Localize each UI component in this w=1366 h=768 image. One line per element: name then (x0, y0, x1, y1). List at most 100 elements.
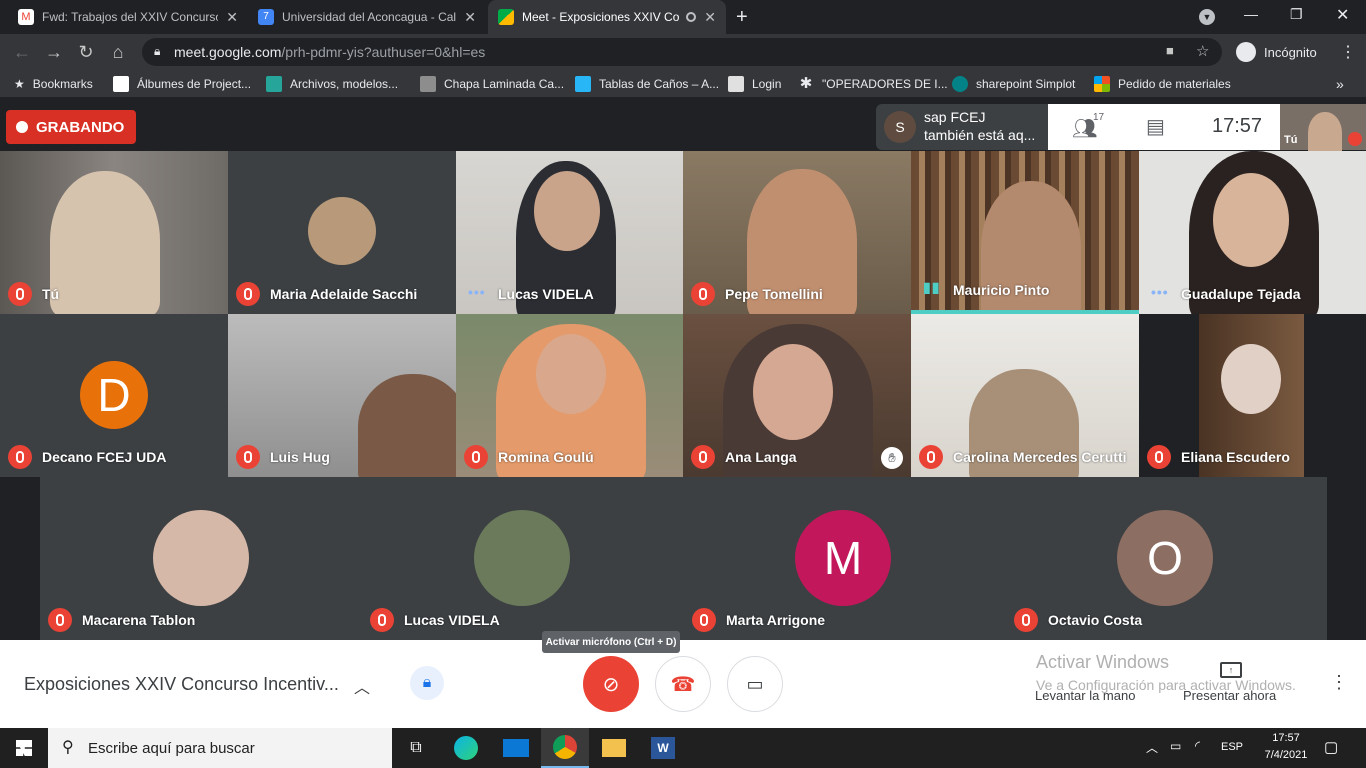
file-explorer-icon[interactable] (590, 728, 638, 768)
participant-name: Carolina Mercedes Cerutti (953, 449, 1127, 465)
camera-toggle-button[interactable]: ▭ (727, 656, 783, 712)
face (534, 171, 600, 251)
bookmark-item[interactable]: Tablas de Caños – A... (575, 70, 719, 98)
bookmark-item[interactable]: Login (728, 70, 781, 98)
mic-off-icon (464, 445, 488, 469)
mail-icon[interactable] (492, 728, 540, 768)
wifi-icon[interactable]: ◜ (1195, 738, 1200, 754)
bookmark-item[interactable]: Álbumes de Project... (113, 70, 251, 98)
bookmark-item[interactable]: sharepoint Simplot (952, 70, 1075, 98)
close-icon[interactable]: ✕ (464, 9, 476, 26)
restore-button[interactable]: ❐ (1290, 6, 1303, 23)
bookmark-item[interactable]: ✱ "OPERADORES DE I... (798, 70, 948, 98)
mic-off-icon (1147, 445, 1171, 469)
avatar: O (1117, 510, 1213, 606)
edge-icon[interactable] (442, 728, 490, 768)
face (536, 334, 606, 414)
bookmark-item[interactable]: ★ Bookmarks (14, 70, 93, 98)
face (753, 344, 833, 440)
tab-calendar[interactable]: 7 Universidad del Aconcagua - Cale ✕ (248, 0, 486, 34)
minimize-button[interactable]: — (1244, 6, 1258, 22)
participant-tile[interactable]: Carolina Mercedes Cerutti (911, 314, 1139, 477)
star-icon[interactable]: ☆ (1196, 42, 1209, 60)
participant-count: 17 (1093, 112, 1105, 123)
tab-meet[interactable]: Meet - Exposiciones XXIV Co ✕ (488, 0, 726, 34)
recording-label: GRABANDO (36, 118, 125, 136)
top-info-bar: 👥︎ 17 ▤ 17:57 (1048, 104, 1280, 150)
clock-date[interactable]: 7/4/2021 (1258, 749, 1314, 761)
participant-tile[interactable]: O Octavio Costa (1006, 477, 1327, 640)
recording-badge: GRABANDO (6, 110, 136, 144)
participant-tile[interactable]: Ana Langa ✋︎ (683, 314, 911, 477)
clock-time[interactable]: 17:57 (1264, 732, 1308, 744)
participant-tile[interactable]: Romina Goulú (456, 314, 683, 477)
back-button[interactable]: ← (8, 34, 36, 70)
language-indicator[interactable]: ESP (1221, 741, 1243, 753)
url-path: /prh-pdmr-yis?authuser=0&hl=es (281, 44, 486, 60)
site-icon (420, 76, 436, 92)
chevron-up-icon[interactable]: ︿ (1146, 739, 1158, 756)
participant-tile[interactable]: Macarena Tablon (40, 477, 362, 640)
present-now-button[interactable]: Presentar ahora (1183, 688, 1276, 703)
avatar (308, 197, 376, 265)
participant-tile[interactable]: D Decano FCEJ UDA (0, 314, 228, 477)
incognito-profile[interactable]: Incógnito (1236, 40, 1317, 64)
participant-tile[interactable]: ▮▮ Mauricio Pinto (911, 151, 1139, 314)
battery-icon[interactable]: ▭ (1170, 739, 1181, 753)
word-icon[interactable]: W (639, 728, 687, 768)
participant-name: Pepe Tomellini (725, 286, 823, 302)
bookmark-label: "OPERADORES DE I... (822, 77, 948, 91)
camera-blocked-icon[interactable]: ■ (1166, 43, 1174, 58)
participant-tile[interactable]: Maria Adelaide Sacchi (228, 151, 456, 314)
more-options-icon[interactable]: ⋮ (1330, 672, 1348, 693)
close-icon[interactable]: ✕ (704, 9, 716, 26)
close-window-button[interactable]: ✕ (1336, 5, 1349, 25)
hangup-icon: ☎ (670, 673, 696, 696)
home-icon[interactable]: ⌂ (104, 34, 132, 70)
new-tab-button[interactable]: + (736, 6, 748, 29)
flickr-icon (113, 76, 129, 92)
mic-off-icon (691, 445, 715, 469)
reload-button[interactable]: ↻ (72, 34, 100, 70)
mic-tooltip: Activar micrófono (Ctrl + D) (542, 631, 680, 653)
close-icon[interactable]: ✕ (226, 9, 238, 26)
participant-tile[interactable]: Tú (0, 151, 228, 314)
bookmark-item[interactable]: Pedido de materiales (1094, 70, 1231, 98)
participant-tile[interactable]: Eliana Escudero (1139, 314, 1366, 477)
chrome-icon[interactable] (541, 728, 589, 768)
chat-icon[interactable]: ▤ (1146, 114, 1165, 139)
participant-name: Marta Arrigone (726, 612, 826, 628)
participant-tile[interactable]: Lucas VIDELA (362, 477, 684, 640)
tab-title: Universidad del Aconcagua - Cale (282, 10, 457, 24)
url-field[interactable]: 🔒︎ meet.google.com/prh-pdmr-yis?authuser… (142, 38, 1222, 66)
mic-off-icon (8, 282, 32, 306)
windows-start-icon[interactable] (0, 728, 48, 768)
self-preview[interactable]: Tú (1280, 104, 1366, 156)
tab-search-icon[interactable]: ▼ (1199, 9, 1215, 25)
star-icon: ★ (14, 77, 25, 91)
participant-name: Octavio Costa (1048, 612, 1143, 628)
participant-tile[interactable]: ••• Lucas VIDELA (456, 151, 683, 314)
participant-tile[interactable]: Pepe Tomellini (683, 151, 911, 314)
bookmark-item[interactable]: Archivos, modelos... (266, 70, 398, 98)
participant-name: Tú (42, 286, 60, 302)
microphone-toggle-button[interactable]: ⊘ (583, 656, 639, 712)
participant-tile[interactable]: ••• Guadalupe Tejada (1139, 151, 1366, 314)
security-shield-icon[interactable]: 🔒︎ (410, 666, 444, 700)
more-bookmarks-icon[interactable]: » (1336, 70, 1344, 98)
notifications-icon[interactable]: ▢ (1324, 738, 1338, 756)
browser-tab-bar: M Fwd: Trabajos del XXIV Concurso ✕ 7 Un… (0, 0, 1366, 34)
task-view-icon[interactable]: ⧉ (392, 728, 440, 768)
chevron-up-icon[interactable]: ︿ (354, 674, 370, 698)
raise-hand-button[interactable]: Levantar la mano (1035, 688, 1135, 703)
participant-tile[interactable]: Luis Hug (228, 314, 456, 477)
forward-button[interactable]: → (40, 34, 68, 70)
menu-icon[interactable]: ⋮ (1340, 42, 1356, 62)
participant-name: Mauricio Pinto (953, 282, 1050, 298)
leave-call-button[interactable]: ☎ (655, 656, 711, 712)
tab-gmail[interactable]: M Fwd: Trabajos del XXIV Concurso ✕ (8, 0, 248, 34)
participant-name: Lucas VIDELA (498, 286, 594, 302)
taskbar-search-input[interactable]: ⚲ Escribe aquí para buscar (48, 728, 392, 768)
bookmark-item[interactable]: Chapa Laminada Ca... (420, 70, 564, 98)
participant-tile[interactable]: M Marta Arrigone (684, 477, 1006, 640)
